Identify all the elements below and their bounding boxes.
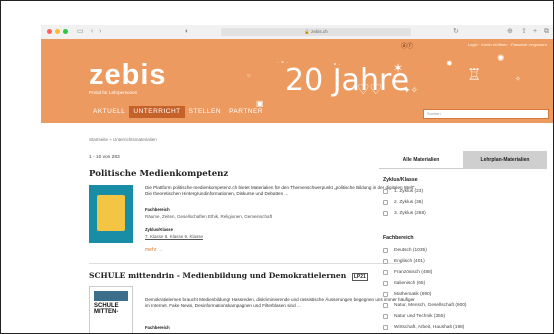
nav-aktuell[interactable]: AKTUELL — [89, 106, 129, 118]
minimize-window-icon[interactable] — [55, 29, 60, 34]
filter-option[interactable]: Mathematik (690) — [383, 292, 431, 297]
filter-option[interactable]: 2. Zyklus (36) — [383, 200, 423, 205]
field-value: Räume, Zeiten, Gesellschaften Ethik, Rel… — [145, 214, 273, 219]
filter-option[interactable]: Natur und Technik (355) — [383, 314, 445, 319]
search-input[interactable]: Suchen — [423, 109, 549, 119]
checkbox[interactable] — [383, 211, 388, 216]
result-title[interactable]: Politische Medienkompetenz — [89, 169, 228, 179]
lp21-badge: LP21 — [351, 273, 368, 281]
filter-option-label: Italienisch (65) — [394, 281, 426, 286]
checkbox[interactable] — [383, 292, 388, 297]
checkbox[interactable] — [383, 200, 388, 205]
filter-option-label: Mathematik (690) — [394, 292, 432, 297]
lock-icon: 🔒 — [304, 29, 310, 34]
address-text: zebis.ch — [311, 29, 328, 34]
breadcrumb[interactable]: Startseite » Unterrichtsmaterialien — [89, 137, 157, 142]
filter-option-label: 2. Zyklus (36) — [394, 200, 424, 205]
filter-option[interactable]: Natur, Mensch, Gesellschaft (900) — [383, 303, 467, 308]
filter-heading-zyklus: Zyklus/Klasse — [383, 177, 418, 183]
filter-option[interactable]: Französisch (488) — [383, 270, 432, 275]
balloon-icon: ○ — [247, 73, 251, 79]
fireworks-icon: ✸ — [446, 59, 453, 68]
screenshot-frame: ▭ ‹ › ◐ 🔒 zebis.ch ↻ ⊕ ⇧ + ⧉ ⓓⓕ Login · … — [0, 0, 554, 334]
result-count: 1 - 10 von 283 — [89, 155, 120, 160]
star-icon: ✺ — [497, 53, 505, 63]
divider — [89, 263, 401, 264]
privacy-shield-icon[interactable]: ◐ — [185, 27, 189, 37]
result-title-text: SCHULE mittendrin - Medienbildung und De… — [89, 271, 347, 280]
filter-option-label: Englisch (401) — [394, 259, 425, 264]
checkbox[interactable] — [383, 325, 388, 330]
checkbox[interactable] — [383, 248, 388, 253]
thumbnail-graphic — [94, 291, 128, 301]
filter-option-label: Französisch (488) — [394, 270, 433, 275]
download-icon[interactable]: ⊕ — [507, 27, 513, 37]
result-description: Die Plattform politische-medienkompetenz… — [145, 185, 416, 197]
address-bar[interactable]: 🔒 zebis.ch — [221, 28, 411, 36]
result-description: Demokratielernen braucht Medienbildung! … — [145, 297, 415, 309]
maximize-window-icon[interactable] — [63, 29, 68, 34]
checkbox[interactable] — [383, 270, 388, 275]
tab-alle-materialien[interactable]: Alle Materialien — [379, 151, 463, 169]
filter-option[interactable]: 1. Zyklus (23) — [383, 189, 423, 194]
filter-option-label: Wirtschaft, Arbeit, Haushalt (198) — [394, 325, 465, 330]
filter-heading-fachbereich: Fachbereich — [383, 235, 414, 241]
website: ⓓⓕ Login · Konto eröffnen · Passwort ver… — [41, 39, 553, 333]
cake-icon: ♖ — [467, 67, 482, 84]
result-thumbnail[interactable] — [89, 185, 133, 243]
field-value[interactable]: 7. Klasse 8. Klasse 9. Klasse — [145, 234, 203, 239]
main-navigation: AKTUELL UNTERRICHT STELLEN PARTNER — [89, 106, 267, 118]
anniversary-badge: 20 Jahre — [285, 63, 410, 98]
field-label: Fachbereich — [145, 207, 170, 212]
accessibility-icons[interactable]: ⓓⓕ — [401, 41, 413, 50]
checkbox[interactable] — [383, 281, 388, 286]
thumbnail-text: SCHULE MITTEN- — [94, 303, 119, 315]
tab-lehrplan-materialien[interactable]: Lehrplan-Materialien — [463, 151, 547, 169]
filter-option[interactable]: Englisch (401) — [383, 259, 425, 264]
back-icon[interactable]: ‹ — [91, 27, 93, 37]
account-links[interactable]: Login · Konto eröffnen · Passwort verges… — [468, 42, 547, 47]
tabs-overview-icon[interactable]: ⧉ — [544, 27, 549, 37]
filter-option[interactable]: Deutsch (1035) — [383, 248, 427, 253]
filter-option[interactable]: Italienisch (65) — [383, 281, 425, 286]
filter-option-label: 3. Zyklus (268) — [394, 211, 426, 216]
result-title[interactable]: SCHULE mittendrin - Medienbildung und De… — [89, 271, 368, 281]
logo-subtitle: Portal für Lehrpersonen — [89, 90, 138, 95]
checkbox[interactable] — [383, 303, 388, 308]
filter-option[interactable]: 3. Zyklus (268) — [383, 211, 426, 216]
reload-icon[interactable]: ↻ — [453, 27, 459, 37]
filter-option-label: Natur und Technik (355) — [394, 314, 446, 319]
site-header: ⓓⓕ Login · Konto eröffnen · Passwort ver… — [41, 39, 553, 123]
result-thumbnail[interactable]: SCHULE MITTEN- — [89, 286, 133, 333]
forward-icon[interactable]: › — [99, 27, 101, 37]
filter-option[interactable]: Wirtschaft, Arbeit, Haushalt (198) — [383, 325, 464, 330]
sparkle-icon: ✧ — [515, 76, 521, 83]
nav-unterricht[interactable]: UNTERRICHT — [129, 106, 185, 118]
field-label: Fachbereich — [145, 325, 170, 330]
site-logo[interactable]: zebis — [89, 59, 167, 92]
nav-partner[interactable]: PARTNER — [225, 106, 267, 118]
sidebar-icon[interactable]: ▭ — [77, 27, 84, 37]
checkbox[interactable] — [383, 259, 388, 264]
field-label: Zyklus/Klasse — [145, 227, 173, 232]
checkbox[interactable] — [383, 189, 388, 194]
new-tab-icon[interactable]: + — [533, 27, 537, 37]
close-window-icon[interactable] — [47, 29, 52, 34]
thumbnail-graphic — [97, 195, 125, 231]
share-icon[interactable]: ⇧ — [521, 27, 527, 37]
filter-option-label: Deutsch (1035) — [394, 248, 427, 253]
browser-toolbar: ▭ ‹ › ◐ 🔒 zebis.ch ↻ ⊕ ⇧ + ⧉ — [41, 25, 553, 40]
checkbox[interactable] — [383, 314, 388, 319]
filter-panel: Alle Materialien Lehrplan-Materialien Zy… — [379, 151, 547, 333]
nav-stellen[interactable]: STELLEN — [185, 106, 225, 118]
filter-option-label: Natur, Mensch, Gesellschaft (900) — [394, 303, 467, 308]
filter-option-label: 1. Zyklus (23) — [394, 189, 424, 194]
more-link[interactable]: mehr → — [145, 247, 163, 253]
